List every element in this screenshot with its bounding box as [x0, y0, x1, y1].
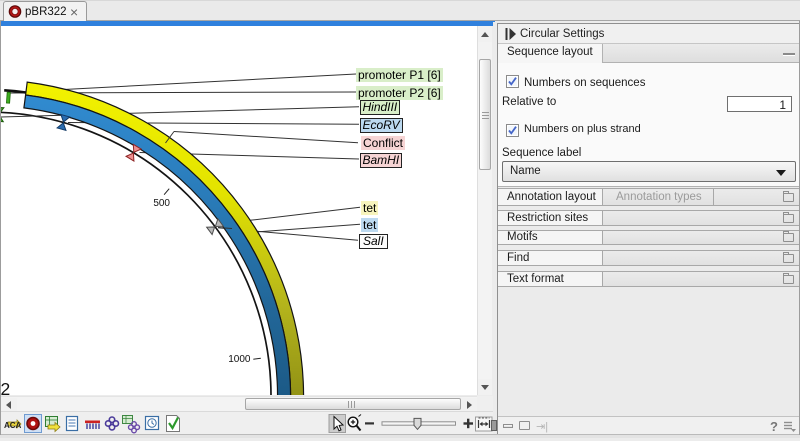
svg-text:ACA: ACA: [4, 421, 22, 430]
